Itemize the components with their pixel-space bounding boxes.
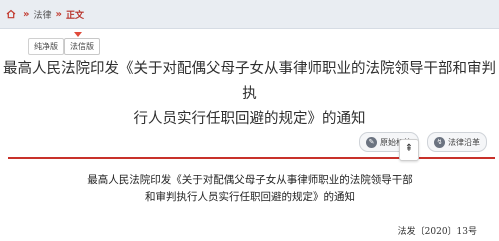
tag-icon: ✎: [366, 136, 377, 148]
tab-faxin-version[interactable]: 法信版: [64, 38, 100, 55]
divider-red: [8, 157, 495, 159]
tab-pure-version[interactable]: 纯净版: [28, 38, 64, 55]
breadcrumb: » 法律 » 正文: [6, 7, 84, 21]
breadcrumb-item-current: 正文: [65, 10, 84, 21]
top-bar: » 法律 » 正文: [0, 0, 499, 29]
law-history-button[interactable]: ↯ 法律沿革: [427, 132, 487, 152]
toolbar: ✎ 原始标签 ↯ 法律沿革: [359, 132, 487, 152]
active-tab-marker: [74, 32, 82, 37]
breadcrumb-separator: »: [55, 8, 62, 20]
back-to-top-button[interactable]: ⇞: [399, 139, 419, 161]
document-title-line: 最高人民法院印发《关于对配偶父母子女从事律师职业的法院领导干部: [87, 174, 413, 186]
document-number: 法发〔2020〕13号: [397, 227, 477, 237]
breadcrumb-item-law[interactable]: 法律: [33, 8, 51, 21]
document-title: 最高人民法院印发《关于对配偶父母子女从事律师职业的法院领导干部 和审判执行人员实…: [50, 172, 450, 206]
document-title-line: 和审判执行人员实行任职回避的规定》的通知: [145, 191, 355, 203]
law-history-label: 法律沿革: [448, 137, 480, 147]
breadcrumb-separator: »: [23, 8, 30, 20]
home-icon[interactable]: [6, 9, 16, 19]
history-icon: ↯: [434, 136, 445, 148]
page-title-line: 行人员实行任职回避的规定》的通知: [133, 111, 366, 127]
page-title-line: 最高人民法院印发《关于对配偶父母子女从事律师职业的法院领导干部和审判执: [3, 61, 496, 102]
page-title: 最高人民法院印发《关于对配偶父母子女从事律师职业的法院领导干部和审判执 行人员实…: [0, 57, 499, 132]
